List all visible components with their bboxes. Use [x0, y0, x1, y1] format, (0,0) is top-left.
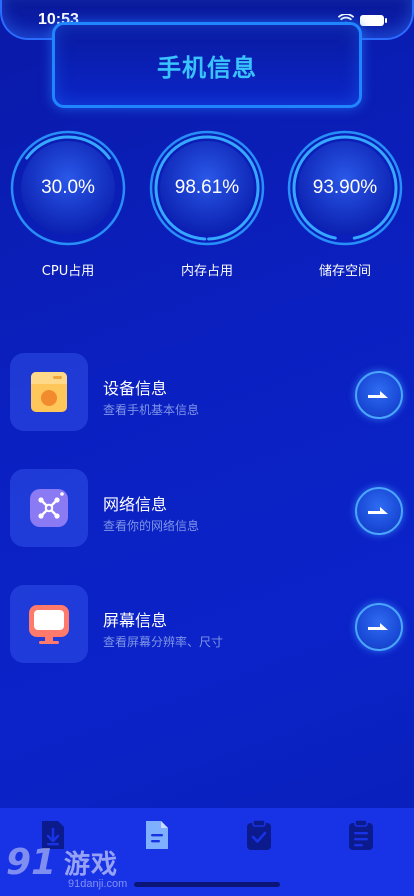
watermark-url: 91danji.com [68, 878, 128, 890]
page-title-box: 手机信息 [52, 22, 362, 108]
list-item-network-info[interactable]: 网络信息 查看你的网络信息 [0, 469, 414, 549]
screen-info-icon [29, 605, 69, 644]
tab-clipboard-list[interactable] [344, 818, 378, 852]
gauges-row: 30.0% CPU占用 98.61% 内存占用 93.90% 储存空间 [0, 128, 414, 279]
battery-icon [360, 14, 387, 26]
list-item-title: 屏幕信息 [103, 611, 168, 630]
storage-gauge-value: 93.90% [312, 177, 378, 198]
device-info-icon [31, 372, 67, 412]
watermark-brand: 游戏 [64, 850, 119, 880]
cpu-gauge: 30.0% CPU占用 [8, 128, 128, 279]
device-info-arrow-button[interactable] [355, 371, 403, 419]
list-item-title: 设备信息 [103, 379, 168, 398]
watermark-logo: 91 游戏 91danji.com [2, 840, 142, 894]
list-item-title: 网络信息 [103, 495, 168, 514]
list-item-subtitle: 查看手机基本信息 [103, 403, 200, 417]
screen-info-arrow-button[interactable] [355, 603, 403, 651]
list-item-device-info[interactable]: 设备信息 查看手机基本信息 [0, 353, 414, 433]
document-icon [146, 821, 168, 849]
arrow-right-icon [368, 507, 388, 514]
arrow-right-icon [368, 391, 388, 398]
storage-gauge-label: 储存空间 [318, 264, 371, 279]
memory-gauge-label: 内存占用 [180, 264, 233, 279]
tab-document[interactable] [140, 818, 174, 852]
network-info-icon-box [10, 469, 88, 547]
page-title: 手机信息 [157, 53, 257, 82]
watermark-number: 91 [6, 842, 57, 883]
screen-info-icon-box [10, 585, 88, 663]
clipboard-list-icon [349, 819, 373, 850]
home-indicator [134, 882, 280, 887]
list-item-subtitle: 查看屏幕分辨率、尺寸 [103, 635, 224, 649]
cpu-gauge-value: 30.0% [41, 177, 95, 198]
memory-gauge-value: 98.61% [174, 177, 240, 198]
memory-gauge: 98.61% 内存占用 [147, 128, 267, 279]
clipboard-check-icon [247, 819, 271, 850]
list-item-screen-info[interactable]: 屏幕信息 查看屏幕分辨率、尺寸 [0, 585, 414, 665]
storage-gauge: 93.90% 储存空间 [285, 128, 405, 279]
list-item-subtitle: 查看你的网络信息 [103, 519, 200, 533]
network-info-icon [30, 489, 68, 527]
device-info-icon-box [10, 353, 88, 431]
network-info-arrow-button[interactable] [355, 487, 403, 535]
arrow-right-icon [368, 623, 388, 630]
cpu-gauge-label: CPU占用 [41, 264, 95, 279]
tab-clipboard-check[interactable] [242, 818, 276, 852]
